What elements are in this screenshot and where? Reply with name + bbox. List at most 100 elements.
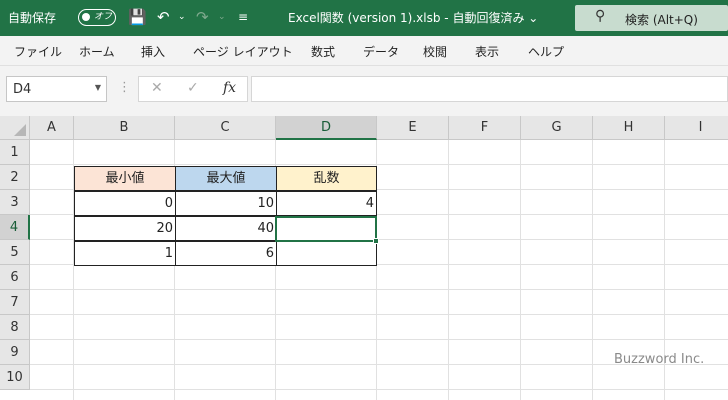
- cell-b3[interactable]: 0: [74, 191, 176, 216]
- grid-cell[interactable]: [377, 315, 449, 340]
- grid-cell[interactable]: [30, 390, 74, 400]
- grid-cell[interactable]: [74, 390, 175, 400]
- grid-cell[interactable]: [30, 265, 74, 290]
- grid-cell[interactable]: [593, 190, 665, 215]
- grid-cell[interactable]: [30, 140, 74, 165]
- formula-input[interactable]: [251, 76, 728, 102]
- grid-cell[interactable]: [449, 240, 521, 265]
- fill-handle[interactable]: [373, 238, 379, 244]
- customize-toolbar-icon[interactable]: ≡: [238, 7, 248, 27]
- grid-cell[interactable]: [377, 190, 449, 215]
- grid-cell[interactable]: [175, 315, 276, 340]
- grid-cell[interactable]: [665, 140, 728, 165]
- grid-cell[interactable]: [665, 215, 728, 240]
- grid-cell[interactable]: [377, 165, 449, 190]
- grid-cell[interactable]: [30, 315, 74, 340]
- grid-cell[interactable]: [665, 240, 728, 265]
- grid-cell[interactable]: [74, 265, 175, 290]
- redo-dropdown-icon[interactable]: ⌄: [218, 7, 226, 27]
- autosave-toggle[interactable]: オフ: [78, 9, 116, 26]
- tab-data[interactable]: データ: [363, 43, 399, 60]
- grid-cell[interactable]: [449, 290, 521, 315]
- grid-cell[interactable]: [175, 340, 276, 365]
- tab-review[interactable]: 校閲: [423, 43, 447, 60]
- grid-cell[interactable]: [276, 290, 377, 315]
- cell-d3[interactable]: 4: [276, 191, 377, 216]
- grid-cell[interactable]: [175, 140, 276, 165]
- row-header-1[interactable]: 1: [0, 140, 30, 165]
- row-header-10[interactable]: 10: [0, 365, 30, 390]
- row-header-5[interactable]: 5: [0, 240, 30, 265]
- column-header-g[interactable]: G: [521, 116, 593, 140]
- column-header-i[interactable]: I: [665, 116, 728, 140]
- row-header-2[interactable]: 2: [0, 165, 30, 190]
- grid-cell[interactable]: [665, 165, 728, 190]
- header-max[interactable]: 最大値: [175, 166, 277, 191]
- row-header-3[interactable]: 3: [0, 190, 30, 215]
- save-icon[interactable]: 💾: [128, 7, 147, 27]
- grid-cell[interactable]: [521, 140, 593, 165]
- column-header-e[interactable]: E: [377, 116, 449, 140]
- grid-cell[interactable]: [665, 190, 728, 215]
- search-box[interactable]: ⚲ 検索 (Alt+Q): [575, 5, 728, 31]
- grid-cell[interactable]: [593, 265, 665, 290]
- grid-cell[interactable]: [449, 165, 521, 190]
- grid-cell[interactable]: [521, 390, 593, 400]
- grid-cell[interactable]: [175, 290, 276, 315]
- grid-cell[interactable]: [377, 240, 449, 265]
- column-header-f[interactable]: F: [449, 116, 521, 140]
- redo-icon[interactable]: ↷: [196, 7, 209, 27]
- row-header-6[interactable]: 6: [0, 265, 30, 290]
- grid-cell[interactable]: [74, 315, 175, 340]
- grid-cell[interactable]: [276, 140, 377, 165]
- grid-cell[interactable]: [449, 340, 521, 365]
- grid-cell[interactable]: [521, 190, 593, 215]
- grid-cell[interactable]: [276, 340, 377, 365]
- grid-cell[interactable]: [593, 240, 665, 265]
- grid-cell[interactable]: [521, 340, 593, 365]
- grid-cell[interactable]: [665, 315, 728, 340]
- grid-cell[interactable]: [521, 315, 593, 340]
- window-title[interactable]: Excel関数 (version 1).xlsb - 自動回復済み ⌄: [288, 9, 538, 26]
- grid-cell[interactable]: [449, 390, 521, 400]
- grid-cell[interactable]: [276, 265, 377, 290]
- cell-c4[interactable]: 40: [175, 216, 277, 241]
- row-header-7[interactable]: 7: [0, 290, 30, 315]
- grid-cell[interactable]: [521, 265, 593, 290]
- tab-insert[interactable]: 挿入: [141, 43, 165, 60]
- grid-cell[interactable]: [276, 390, 377, 400]
- grid-cell[interactable]: [665, 365, 728, 390]
- column-header-a[interactable]: A: [30, 116, 74, 140]
- grid-cell[interactable]: [593, 165, 665, 190]
- grid-cell[interactable]: [377, 290, 449, 315]
- undo-icon[interactable]: ↶: [157, 7, 170, 27]
- cell-b5[interactable]: 1: [74, 241, 176, 266]
- grid-cell[interactable]: [665, 390, 728, 400]
- grid-cell[interactable]: [30, 190, 74, 215]
- enter-icon[interactable]: ✓: [187, 80, 199, 96]
- grid-cell[interactable]: [593, 290, 665, 315]
- grid-cell[interactable]: [74, 290, 175, 315]
- grid-cell[interactable]: [30, 365, 74, 390]
- grid-cell[interactable]: [74, 140, 175, 165]
- grid-cell[interactable]: [665, 265, 728, 290]
- grid-cell[interactable]: [521, 165, 593, 190]
- grid-cell[interactable]: [521, 290, 593, 315]
- cell-b4[interactable]: 20: [74, 216, 176, 241]
- grid-cell[interactable]: [74, 340, 175, 365]
- column-header-d[interactable]: D: [276, 116, 377, 140]
- grid-cell[interactable]: [30, 340, 74, 365]
- grid-cell[interactable]: [593, 365, 665, 390]
- grid-cell[interactable]: [175, 265, 276, 290]
- grid-cell[interactable]: [377, 390, 449, 400]
- grid-cell[interactable]: [593, 315, 665, 340]
- grid-cell[interactable]: [521, 240, 593, 265]
- grid-cell[interactable]: [377, 140, 449, 165]
- tab-formulas[interactable]: 数式: [311, 43, 335, 60]
- grid-cell[interactable]: [449, 265, 521, 290]
- row-header-4[interactable]: 4: [0, 215, 30, 240]
- grid-cell[interactable]: [276, 315, 377, 340]
- grid-cell[interactable]: [593, 390, 665, 400]
- undo-dropdown-icon[interactable]: ⌄: [178, 7, 186, 27]
- grid-cell[interactable]: [449, 365, 521, 390]
